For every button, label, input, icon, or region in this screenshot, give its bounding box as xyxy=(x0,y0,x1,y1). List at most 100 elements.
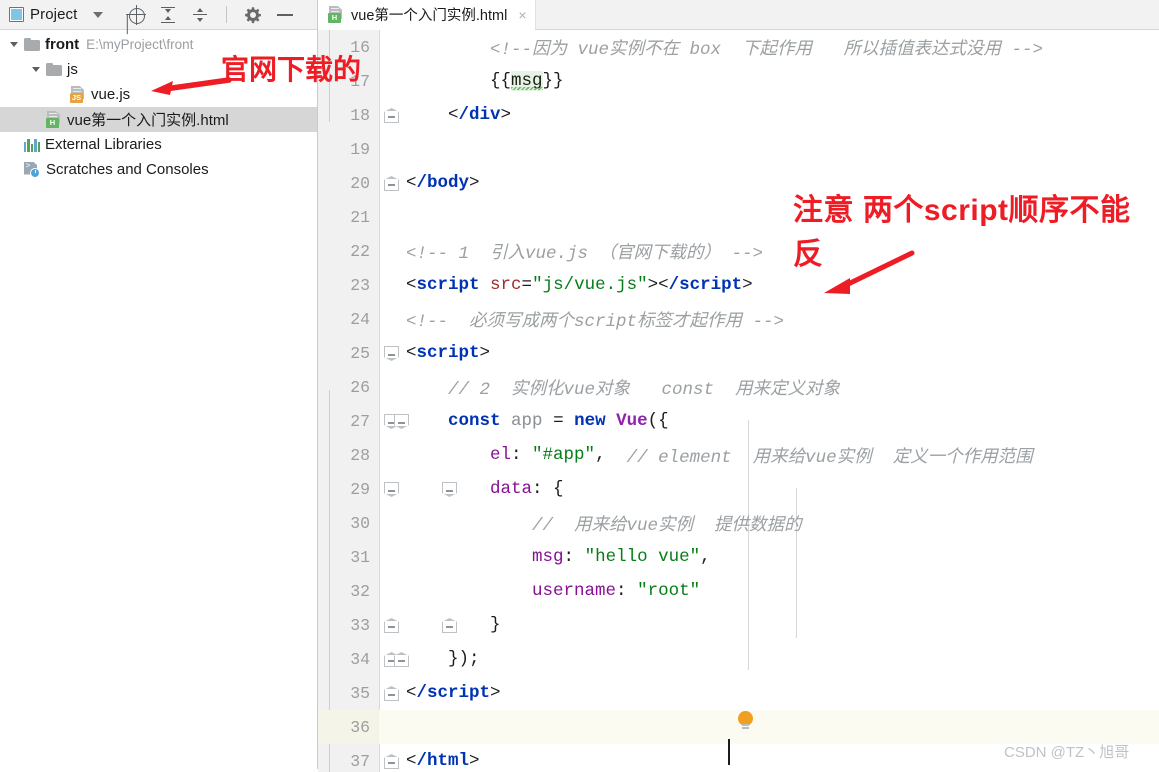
editor-area: H vue第一个入门实例.html × 16 <!--因为 vue实例不在 bo… xyxy=(318,0,1159,772)
code-token: Vue xyxy=(616,411,648,431)
line-number: 35 xyxy=(350,683,370,703)
line-number: 24 xyxy=(350,309,370,329)
code-token: }); xyxy=(448,649,480,669)
code-token: = xyxy=(521,275,533,295)
code-token: < xyxy=(658,275,669,295)
code-line[interactable]: 23 < script src = "js/vue.js" > </script > xyxy=(318,268,1159,302)
code-token: } xyxy=(490,615,501,635)
code-text: </script > xyxy=(406,676,501,710)
code-token: const xyxy=(448,411,501,431)
project-window-icon xyxy=(9,7,24,22)
fold-toggle-icon[interactable] xyxy=(442,482,457,497)
code-token: /script xyxy=(416,683,491,703)
code-token: , xyxy=(700,547,711,567)
project-panel: Project front E:\myProject\front js JS v… xyxy=(0,0,318,772)
annotation-arrow-to-vuejs xyxy=(151,77,232,95)
tree-item-scratches[interactable]: Scratches and Consoles xyxy=(0,157,317,182)
intention-lightbulb-icon[interactable] xyxy=(738,711,754,730)
fold-toggle-icon[interactable] xyxy=(394,652,409,667)
code-text: el: "#app", // element 用来给vue实例 定义一个作用范围 xyxy=(406,438,1033,472)
line-number: 25 xyxy=(350,343,370,363)
line-number: 36 xyxy=(318,710,379,744)
line-number: 27 xyxy=(350,411,370,431)
code-token: new xyxy=(574,411,606,431)
code-line[interactable]: 18 </div > xyxy=(318,98,1159,132)
code-line[interactable]: 19 xyxy=(318,132,1159,166)
code-token: <!-- 1 引入vue.js （官网下载的） --> xyxy=(406,243,764,264)
expand-all-icon[interactable] xyxy=(159,6,177,24)
line-number: 29 xyxy=(350,479,370,499)
code-text: {{msg}} xyxy=(406,64,564,98)
tree-item-label: front xyxy=(45,36,80,53)
minimize-icon[interactable] xyxy=(276,6,294,24)
line-number: 20 xyxy=(350,173,370,193)
code-token: : xyxy=(563,547,585,567)
code-line[interactable]: 30 // 用来给vue实例 提供数据的 xyxy=(318,506,1159,540)
code-token: script xyxy=(416,275,491,295)
code-token: "hello vue" xyxy=(584,547,701,567)
expand-arrow-icon[interactable] xyxy=(28,62,44,78)
scratches-icon xyxy=(24,161,41,178)
html-file-icon: H xyxy=(328,6,344,23)
code-text: data: { xyxy=(406,472,564,506)
code-line[interactable]: 31 msg: "hello vue", xyxy=(318,540,1159,574)
settings-gear-icon[interactable] xyxy=(244,6,262,24)
tree-item-external-libraries[interactable]: External Libraries xyxy=(0,132,317,157)
expand-arrow-icon[interactable] xyxy=(6,37,22,53)
code-line[interactable]: 17 {{msg}} xyxy=(318,64,1159,98)
line-number: 21 xyxy=(350,207,370,227)
code-token: <!--因为 vue实例不在 box 下起作用 所以插值表达式没用 --> xyxy=(490,39,1044,60)
code-line[interactable]: 27 const app = new Vue({ xyxy=(318,404,1159,438)
project-toolbar: Project xyxy=(0,0,317,30)
code-line[interactable]: 28 el: "#app", // element 用来给vue实例 定义一个作… xyxy=(318,438,1159,472)
close-icon[interactable]: × xyxy=(518,7,526,23)
code-token: : xyxy=(511,445,533,465)
code-text: msg: "hello vue", xyxy=(406,540,711,574)
tab-vue-html[interactable]: H vue第一个入门实例.html × xyxy=(318,0,536,30)
code-text: const app = new Vue({ xyxy=(406,404,669,438)
tree-item-path: E:\myProject\front xyxy=(86,37,194,52)
code-token: > xyxy=(469,173,480,193)
code-text: <!--因为 vue实例不在 box 下起作用 所以插值表达式没用 --> xyxy=(406,30,1043,64)
code-token: /body xyxy=(416,173,470,193)
editor-tab-bar: H vue第一个入门实例.html × xyxy=(318,0,1159,30)
code-line[interactable]: 25 < script > xyxy=(318,336,1159,370)
code-line[interactable]: 32 username: "root" xyxy=(318,574,1159,608)
code-line[interactable]: 35 </script > xyxy=(318,676,1159,710)
code-token: /html xyxy=(416,751,470,771)
code-line[interactable]: 34 }); xyxy=(318,642,1159,676)
folder-icon xyxy=(24,38,40,51)
project-tool-window-header[interactable]: Project xyxy=(0,6,77,23)
code-editor[interactable]: 16 <!--因为 vue实例不在 box 下起作用 所以插值表达式没用 -->… xyxy=(318,30,1159,772)
code-text: </div > xyxy=(406,98,511,132)
locate-icon[interactable] xyxy=(126,4,147,25)
annotation-note-1: 官网下载的 xyxy=(221,54,362,85)
line-number: 19 xyxy=(350,139,370,159)
tree-item-vue-html[interactable]: H vue第一个入门实例.html xyxy=(0,107,317,132)
fold-toggle-icon[interactable] xyxy=(442,618,457,633)
code-line[interactable]: 26 // 2 实例化vue对象 const 用来定义对象 xyxy=(318,370,1159,404)
code-token: > xyxy=(490,683,501,703)
collapse-all-icon[interactable] xyxy=(191,6,209,24)
code-text: </html > xyxy=(406,744,480,772)
text-caret xyxy=(728,739,730,765)
code-text: // 2 实例化vue对象 const 用来定义对象 xyxy=(406,370,840,404)
code-text: <!-- 必须写成两个script标签才起作用 --> xyxy=(406,302,784,336)
line-number: 34 xyxy=(350,649,370,669)
html-file-icon: H xyxy=(46,111,62,128)
code-line[interactable]: 24 <!-- 必须写成两个script标签才起作用 --> xyxy=(318,302,1159,336)
code-token: > xyxy=(479,343,491,363)
code-token: < xyxy=(406,173,417,193)
code-token: {{ xyxy=(490,71,512,91)
chevron-down-icon[interactable] xyxy=(93,11,104,18)
code-line[interactable]: 16 <!--因为 vue实例不在 box 下起作用 所以插值表达式没用 --> xyxy=(318,30,1159,64)
tab-label: vue第一个入门实例.html xyxy=(351,8,508,24)
code-token: > xyxy=(647,275,659,295)
fold-toggle-icon[interactable] xyxy=(394,414,409,429)
